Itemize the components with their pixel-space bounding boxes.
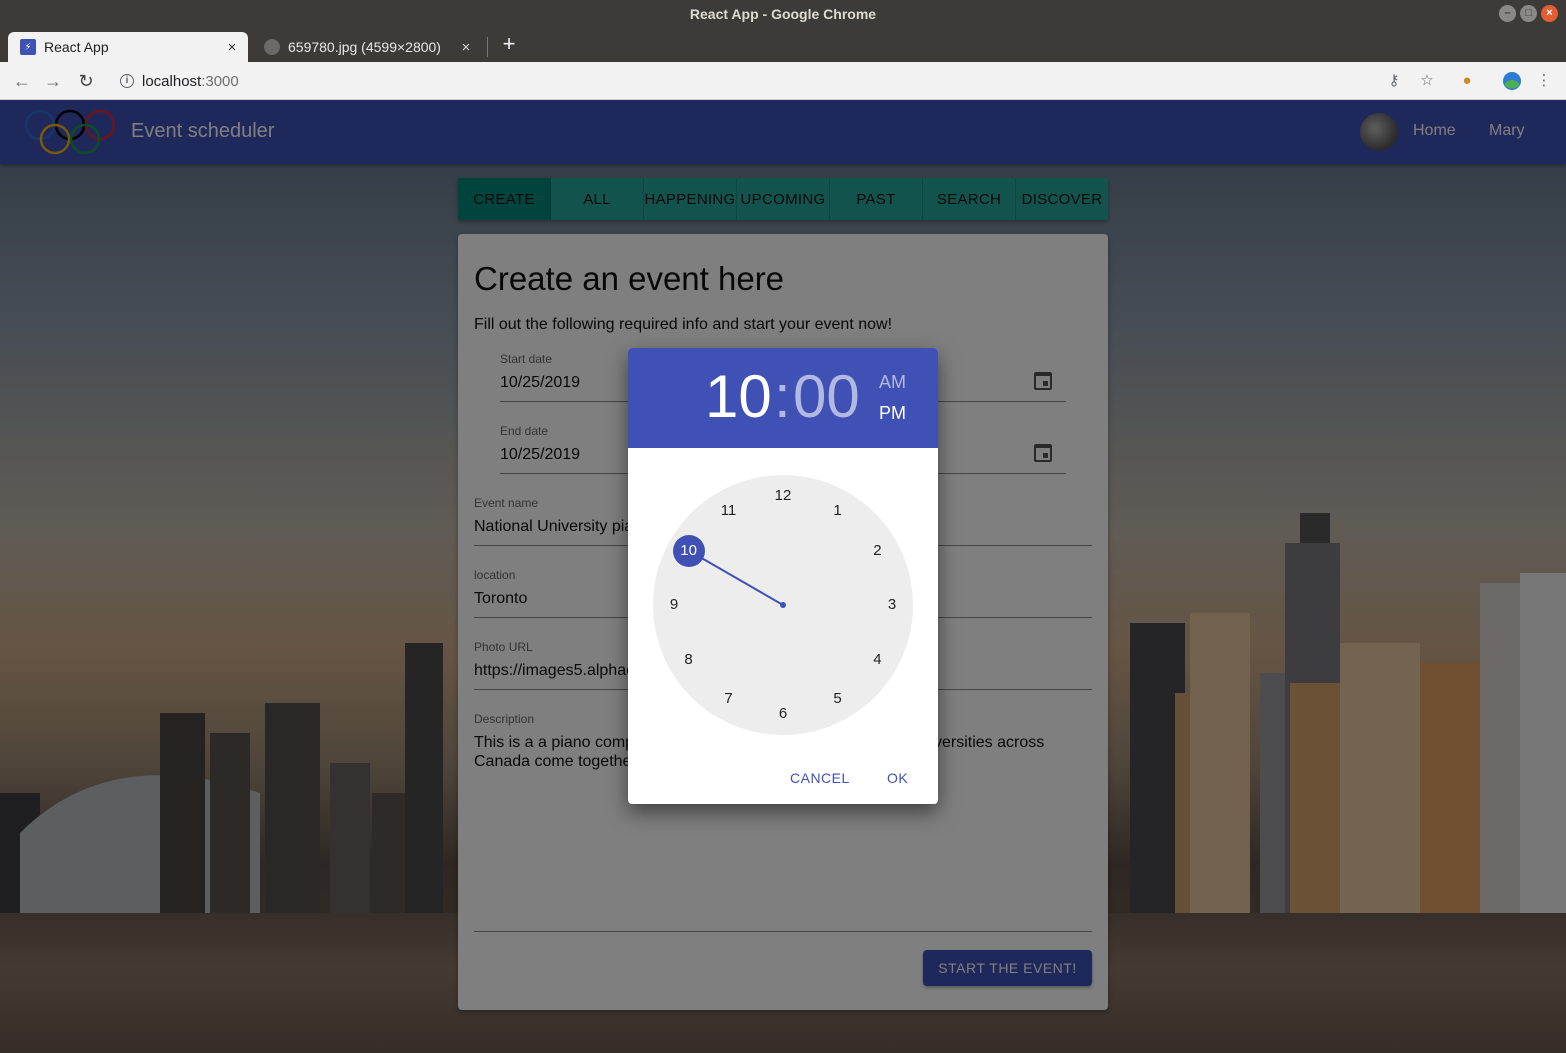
chrome-menu-icon[interactable]: ⋮ xyxy=(1534,71,1554,91)
browser-tabstrip: ⚡ React App × 659780.jpg (4599×2800) × + xyxy=(0,28,1566,62)
time-picker-header: 10 : 00 AM PM xyxy=(628,348,938,448)
tab-close-icon[interactable]: × xyxy=(222,39,242,56)
new-tab-button[interactable]: + xyxy=(498,33,520,55)
clock-number-9[interactable]: 9 xyxy=(658,589,690,621)
url-host: localhost xyxy=(142,72,202,90)
tab-label: React App xyxy=(44,39,109,55)
maximize-icon[interactable]: □ xyxy=(1520,5,1537,22)
time-picker-dialog: 10 : 00 AM PM 12 1 2 3 4 5 6 7 8 9 10 11 CANCEL OK xyxy=(628,348,938,804)
clock-number-1[interactable]: 1 xyxy=(822,495,854,527)
browser-toolbar: ← → ↻ i localhost :3000 ⚷ ☆ ● ⋮ xyxy=(0,62,1566,100)
clock-number-2[interactable]: 2 xyxy=(861,535,893,567)
forward-arrow-icon[interactable]: → xyxy=(42,70,64,92)
react-app-favicon-icon: ⚡ xyxy=(20,39,36,55)
globe-favicon-icon xyxy=(264,39,280,55)
clock-number-3[interactable]: 3 xyxy=(876,589,908,621)
pm-toggle[interactable]: PM xyxy=(879,403,906,424)
cancel-button[interactable]: CANCEL xyxy=(790,770,850,786)
address-bar[interactable]: i localhost :3000 xyxy=(108,66,1378,96)
clock-number-5[interactable]: 5 xyxy=(822,683,854,715)
back-arrow-icon[interactable]: ← xyxy=(11,70,33,92)
url-port: :3000 xyxy=(201,72,239,90)
clock-number-7[interactable]: 7 xyxy=(713,683,745,715)
clock-hand xyxy=(701,557,786,608)
window-controls: – □ × xyxy=(1499,5,1558,22)
reload-icon[interactable]: ↻ xyxy=(75,70,97,92)
clock-face[interactable]: 12 1 2 3 4 5 6 7 8 9 10 11 xyxy=(653,475,913,735)
tab-close-icon[interactable]: × xyxy=(456,39,476,56)
am-toggle[interactable]: AM xyxy=(879,372,906,393)
key-icon[interactable]: ⚷ xyxy=(1384,71,1404,91)
tab-label: 659780.jpg (4599×2800) xyxy=(288,39,441,55)
tab-separator xyxy=(487,37,488,57)
bookmark-star-icon[interactable]: ☆ xyxy=(1417,71,1437,91)
ok-button[interactable]: OK xyxy=(887,770,908,786)
close-window-icon[interactable]: × xyxy=(1541,5,1558,22)
site-info-icon[interactable]: i xyxy=(120,74,134,88)
window-titlebar: React App - Google Chrome – □ × xyxy=(0,0,1566,28)
cookie-extension-icon[interactable]: ● xyxy=(1457,71,1477,91)
clock-number-4[interactable]: 4 xyxy=(861,644,893,676)
minute-display[interactable]: 00 xyxy=(793,362,860,431)
minimize-icon[interactable]: – xyxy=(1499,5,1516,22)
hour-display[interactable]: 10 xyxy=(705,362,772,431)
page-viewport: Event scheduler Home Mary CREATE ALL HAP… xyxy=(0,100,1566,1053)
clock-number-8[interactable]: 8 xyxy=(673,644,705,676)
browser-tab-image[interactable]: 659780.jpg (4599×2800) × xyxy=(252,32,482,62)
browser-tab-react-app[interactable]: ⚡ React App × xyxy=(8,32,248,62)
time-separator: : xyxy=(774,363,791,430)
clock-number-12[interactable]: 12 xyxy=(767,480,799,512)
clock-number-6[interactable]: 6 xyxy=(767,698,799,730)
clock-number-10[interactable]: 10 xyxy=(672,534,705,567)
window-title: React App - Google Chrome xyxy=(689,6,877,22)
clock-number-11[interactable]: 11 xyxy=(713,495,745,527)
profile-icon[interactable] xyxy=(1502,71,1522,91)
